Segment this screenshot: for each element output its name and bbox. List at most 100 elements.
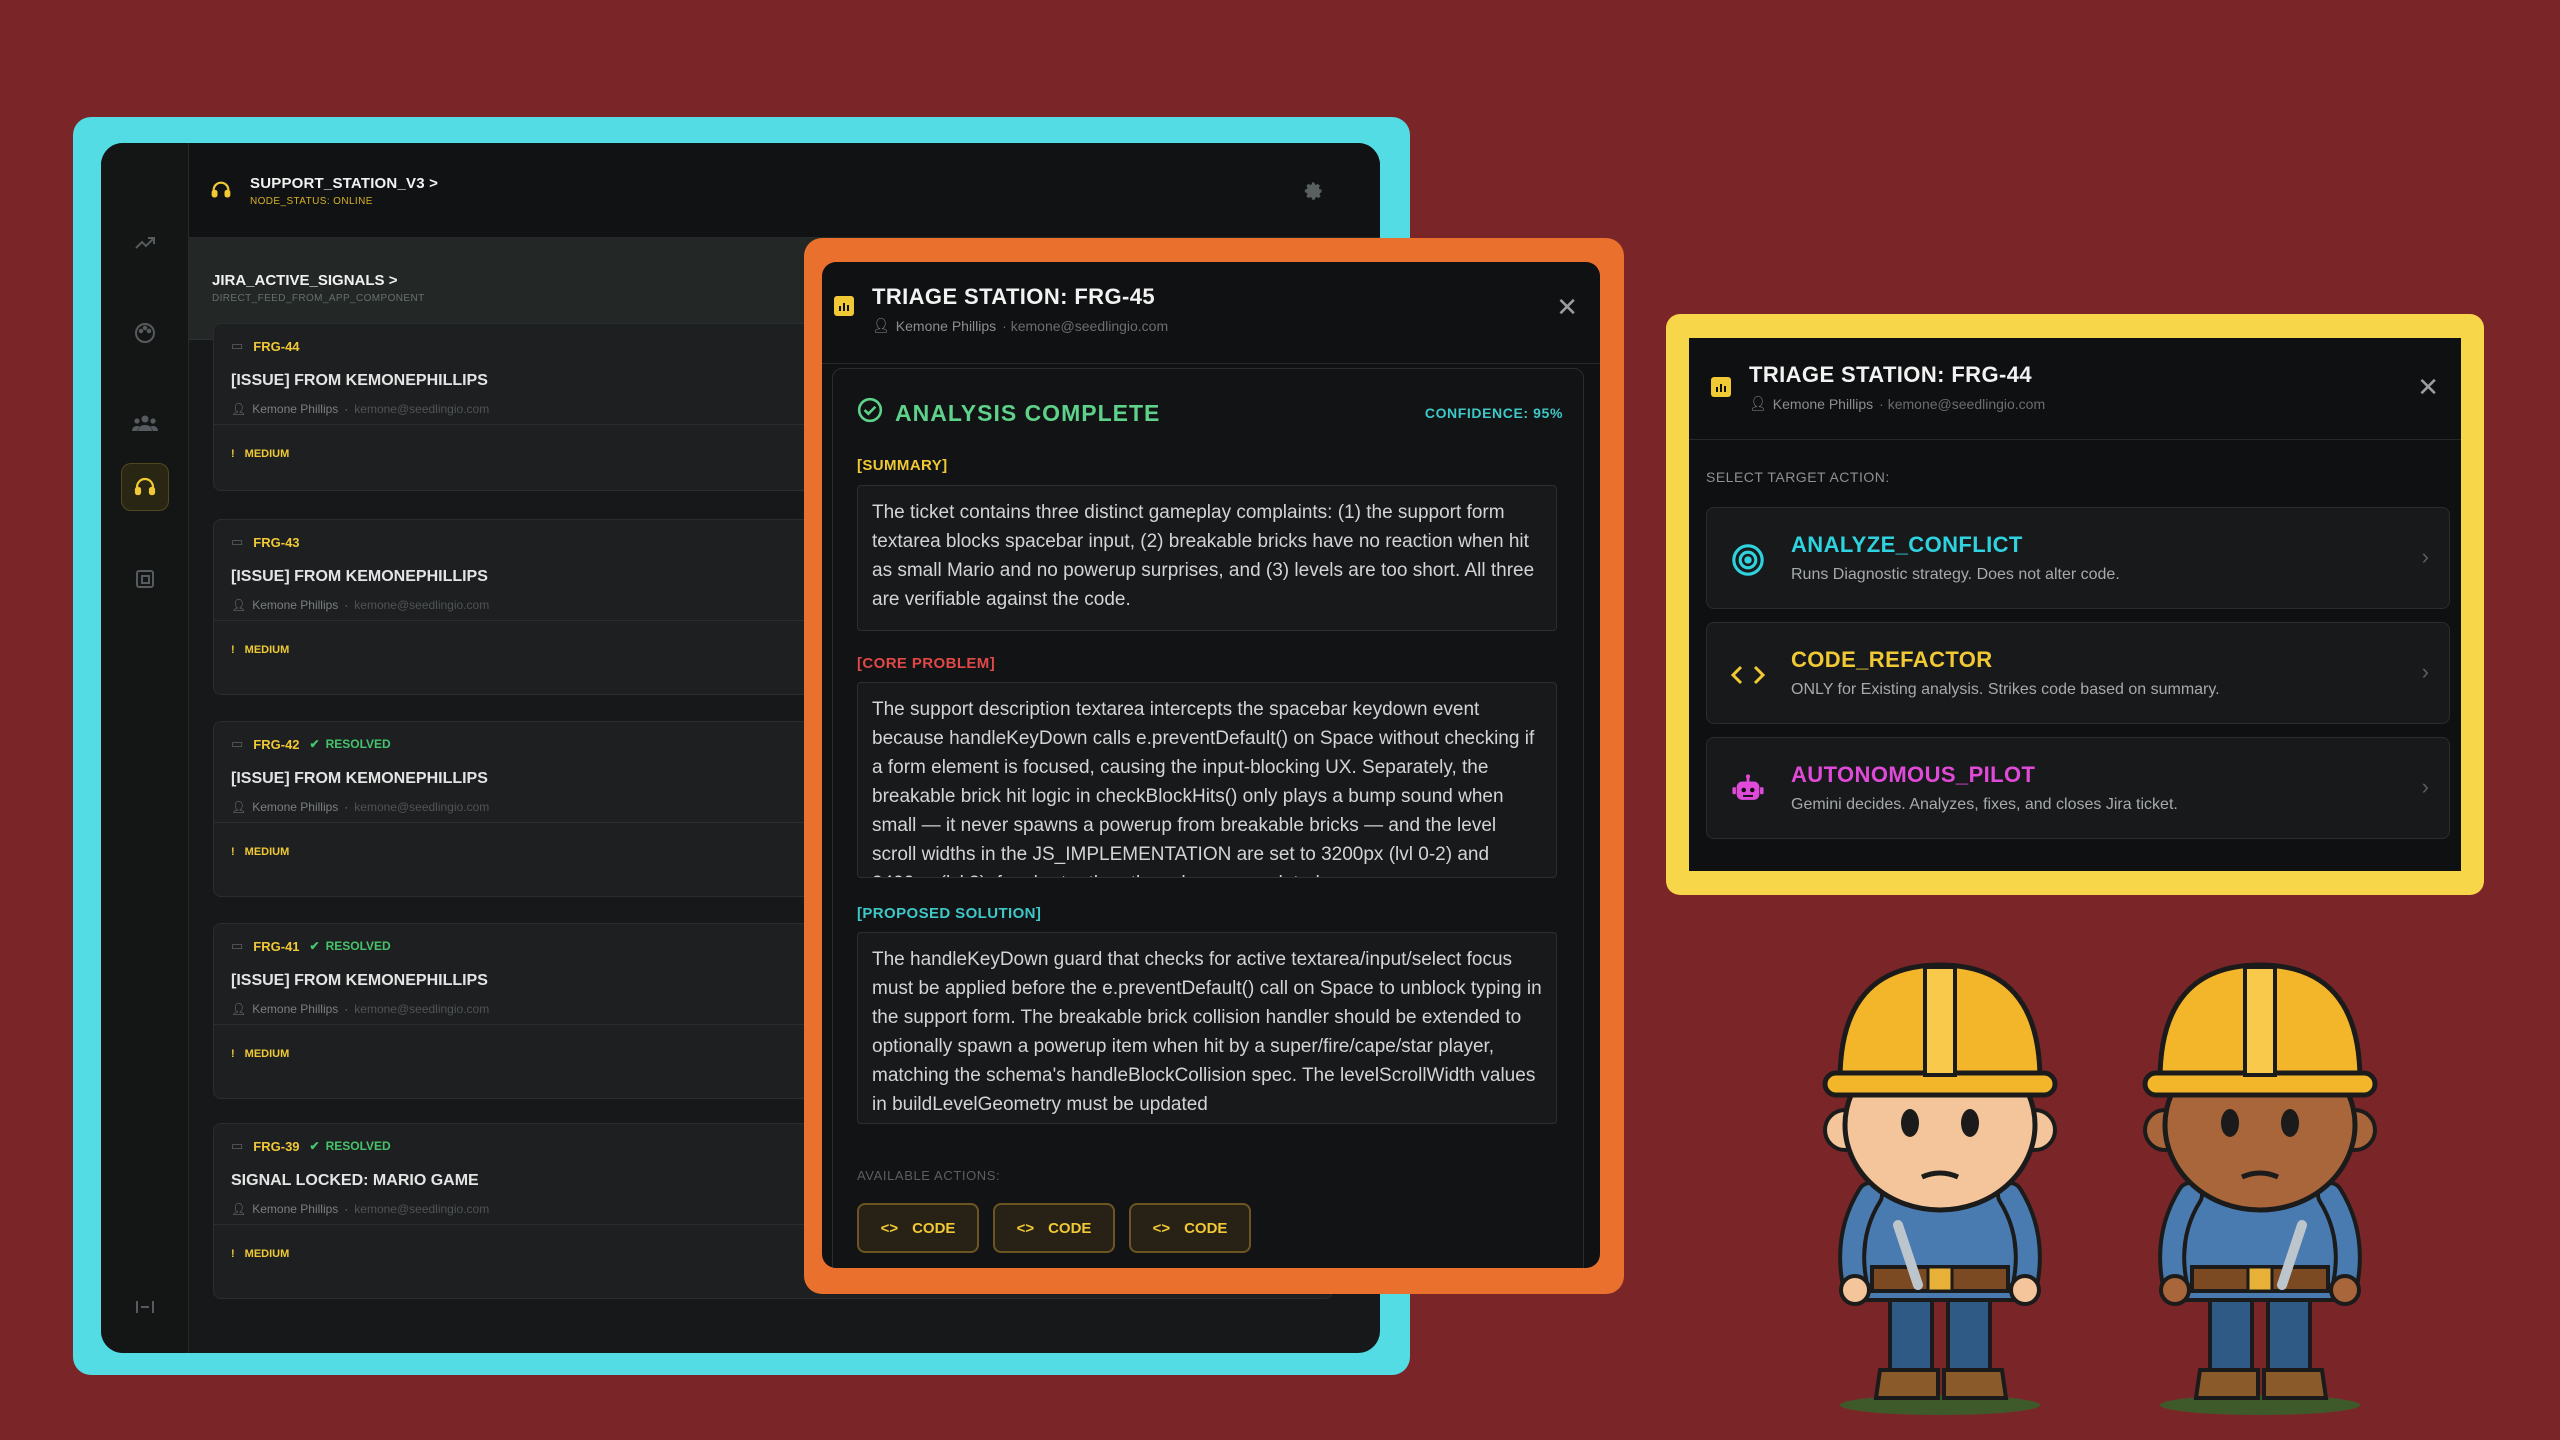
confidence-label: CONFIDENCE: 95% bbox=[1424, 405, 1563, 421]
resolved-label: RESOLVED bbox=[325, 939, 391, 953]
ticket-id: FRG-44 bbox=[253, 338, 300, 354]
select-action-label: SELECT TARGET ACTION: bbox=[1706, 469, 1890, 485]
autonomous-pilot-option[interactable]: AUTONOMOUS_PILOT Gemini decides. Analyze… bbox=[1706, 737, 2450, 839]
palette-icon[interactable] bbox=[121, 309, 169, 357]
priority-label: MEDIUM bbox=[244, 1248, 290, 1260]
feed-subtitle: DIRECT_FEED_FROM_APP_COMPONENT bbox=[212, 293, 425, 304]
app-title[interactable]: SUPPORT_STATION_V3 > bbox=[250, 175, 438, 192]
check-circle-icon: ✔ bbox=[309, 1139, 320, 1153]
user-icon: 👤︎ bbox=[231, 1202, 247, 1216]
gear-icon[interactable] bbox=[1304, 181, 1324, 206]
robot-icon bbox=[1729, 771, 1767, 809]
code-button[interactable]: <> CODE bbox=[1129, 1203, 1251, 1253]
code-refactor-option[interactable]: CODE_REFACTOR ONLY for Existing analysis… bbox=[1706, 622, 2450, 724]
chevron-right-icon: › bbox=[2421, 774, 2429, 799]
option-desc: Runs Diagnostic strategy. Does not alter… bbox=[1791, 566, 2120, 583]
node-status: NODE_STATUS: ONLINE bbox=[250, 196, 373, 207]
user-icon: 👤︎ bbox=[231, 1002, 247, 1016]
ticket-email: kemone@seedlingio.com bbox=[354, 1202, 490, 1216]
chevron-right-icon: › bbox=[2421, 544, 2429, 569]
priority-icon: ! bbox=[231, 1048, 235, 1060]
option-desc: ONLY for Existing analysis. Strikes code… bbox=[1791, 681, 2220, 698]
user-icon: 👤︎ bbox=[231, 800, 247, 814]
ticket-title: [ISSUE] FROM KEMONEPHILLIPS bbox=[231, 972, 488, 989]
code-icon: <> bbox=[1152, 1219, 1171, 1237]
wallet-icon[interactable] bbox=[121, 555, 169, 603]
priority-label: MEDIUM bbox=[244, 1048, 290, 1060]
resolved-badge: ✔ RESOLVED bbox=[310, 1139, 391, 1153]
code-button[interactable]: <> CODE bbox=[993, 1203, 1115, 1253]
ticket-icon: ▭ bbox=[231, 1138, 244, 1153]
summary-text[interactable]: The ticket contains three distinct gamep… bbox=[857, 485, 1557, 631]
ticket-title: [ISSUE] FROM KEMONEPHILLIPS bbox=[231, 372, 488, 389]
check-circle-icon: ✔ bbox=[309, 737, 320, 751]
ticket-email: kemone@seedlingio.com bbox=[354, 598, 490, 612]
core-problem-label: [CORE PROBLEM] bbox=[857, 655, 996, 672]
triage-author: Kemone Phillips bbox=[895, 317, 997, 334]
resolved-label: RESOLVED bbox=[325, 1139, 391, 1153]
ticket-title: SIGNAL LOCKED: MARIO GAME bbox=[231, 1172, 479, 1189]
ticket-icon: ▭ bbox=[231, 938, 244, 953]
analysis-status: ANALYSIS COMPLETE bbox=[895, 399, 1161, 426]
ticket-id: FRG-41 bbox=[253, 938, 300, 954]
ticket-icon: ▭ bbox=[231, 534, 244, 549]
triage-title: TRIAGE STATION: FRG-45 bbox=[872, 284, 1155, 309]
option-title: ANALYZE_CONFLICT bbox=[1791, 532, 2023, 557]
triage-modal-frg45: TRIAGE STATION: FRG-45 👤︎ Kemone Phillips… bbox=[822, 262, 1600, 1268]
collapse-icon[interactable] bbox=[121, 1283, 169, 1331]
user-icon: 👤︎ bbox=[231, 598, 247, 612]
sidebar-rail bbox=[101, 143, 189, 1353]
triage-email: · kemone@seedlingio.com bbox=[1002, 317, 1169, 334]
priority-icon: ! bbox=[231, 1248, 235, 1260]
ticket-email: kemone@seedlingio.com bbox=[354, 800, 490, 814]
chart-icon bbox=[834, 296, 854, 316]
solution-text[interactable]: The handleKeyDown guard that checks for … bbox=[857, 932, 1557, 1124]
ticket-author: Kemone Phillips bbox=[252, 402, 339, 416]
core-problem-text[interactable]: The support description textarea interce… bbox=[857, 682, 1557, 878]
chevron-right-icon: › bbox=[2421, 659, 2429, 684]
priority-icon: ! bbox=[231, 644, 235, 656]
ticket-author: Kemone Phillips bbox=[252, 800, 339, 814]
resolved-badge: ✔ RESOLVED bbox=[310, 737, 391, 751]
worker-mascot-light bbox=[1822, 962, 2058, 1415]
user-icon: 👤︎ bbox=[1749, 395, 1767, 411]
resolved-badge: ✔ RESOLVED bbox=[310, 939, 391, 953]
user-icon: 👤︎ bbox=[872, 317, 890, 333]
triage-title: TRIAGE STATION: FRG-44 bbox=[1749, 362, 2032, 387]
option-title: CODE_REFACTOR bbox=[1791, 647, 1993, 672]
headset-logo-icon bbox=[210, 179, 232, 206]
trend-icon[interactable] bbox=[121, 219, 169, 267]
triage-email: · kemone@seedlingio.com bbox=[1879, 395, 2046, 412]
ticket-author: Kemone Phillips bbox=[252, 1202, 339, 1216]
worker-mascot-dark bbox=[2142, 962, 2378, 1415]
ticket-author: Kemone Phillips bbox=[252, 1002, 339, 1016]
headset-icon[interactable] bbox=[121, 463, 169, 511]
solution-label: [PROPOSED SOLUTION] bbox=[857, 905, 1042, 922]
code-icon bbox=[1729, 656, 1767, 694]
code-icon: <> bbox=[880, 1219, 899, 1237]
close-icon[interactable]: ✕ bbox=[1556, 292, 1578, 323]
option-title: AUTONOMOUS_PILOT bbox=[1791, 762, 2036, 787]
triage-header: TRIAGE STATION: FRG-44 👤︎ Kemone Phillips… bbox=[1689, 338, 2461, 440]
triage-author: Kemone Phillips bbox=[1772, 395, 1874, 412]
resolved-label: RESOLVED bbox=[325, 737, 391, 751]
analyze-conflict-option[interactable]: ANALYZE_CONFLICT Runs Diagnostic strateg… bbox=[1706, 507, 2450, 609]
chart-icon bbox=[1711, 377, 1731, 397]
ticket-author: Kemone Phillips bbox=[252, 598, 339, 612]
code-button[interactable]: <> CODE bbox=[857, 1203, 979, 1253]
check-circle-icon: ✔ bbox=[309, 939, 320, 953]
triage-header: TRIAGE STATION: FRG-45 👤︎ Kemone Phillips… bbox=[822, 262, 1600, 364]
ticket-id: FRG-42 bbox=[253, 736, 300, 752]
user-icon: 👤︎ bbox=[231, 402, 247, 416]
ticket-email: kemone@seedlingio.com bbox=[354, 402, 490, 416]
users-icon[interactable] bbox=[121, 399, 169, 447]
priority-icon: ! bbox=[231, 448, 235, 460]
target-icon bbox=[1729, 541, 1767, 579]
option-desc: Gemini decides. Analyzes, fixes, and clo… bbox=[1791, 796, 2178, 813]
ticket-email: kemone@seedlingio.com bbox=[354, 1002, 490, 1016]
feed-title[interactable]: JIRA_ACTIVE_SIGNALS > bbox=[212, 272, 397, 289]
ticket-icon: ▭ bbox=[231, 736, 244, 751]
priority-label: MEDIUM bbox=[244, 448, 290, 460]
analysis-panel: ANALYSIS COMPLETE CONFIDENCE: 95% [SUMMA… bbox=[832, 368, 1584, 1268]
close-icon[interactable]: ✕ bbox=[2417, 372, 2439, 403]
